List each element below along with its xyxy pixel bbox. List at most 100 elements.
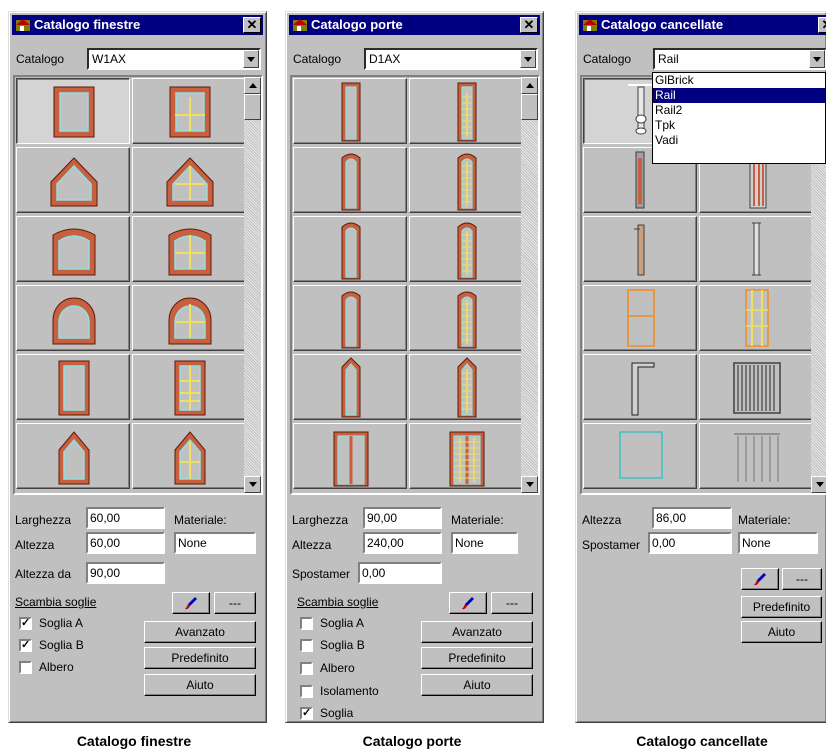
catalog-thumbnail[interactable] xyxy=(132,423,246,489)
checkbox-albero[interactable] xyxy=(300,662,313,675)
height-input[interactable]: 86,00 xyxy=(652,507,732,529)
catalog-thumbnail[interactable] xyxy=(132,216,246,282)
width-input[interactable]: 90,00 xyxy=(363,507,442,529)
title-bar[interactable]: Catalogo cancellate ✕ xyxy=(579,15,826,35)
catalog-thumbnail[interactable] xyxy=(583,216,697,282)
advanced-button[interactable]: Avanzato xyxy=(144,621,256,643)
catalog-thumbnail[interactable] xyxy=(293,423,407,489)
material-picker-button[interactable] xyxy=(172,592,210,614)
height-label: Altezza xyxy=(582,513,622,527)
close-button[interactable]: ✕ xyxy=(818,17,826,33)
catalog-thumbnail[interactable] xyxy=(699,423,813,489)
offset-label: Spostamer xyxy=(582,538,641,552)
catalog-thumbnail[interactable] xyxy=(132,354,246,420)
catalog-thumbnail[interactable] xyxy=(409,285,523,351)
checkbox-label: Soglia A xyxy=(320,616,365,630)
catalog-thumbnail[interactable] xyxy=(16,285,130,351)
help-button[interactable]: Aiuto xyxy=(741,621,822,643)
checkbox-albero[interactable] xyxy=(19,661,32,674)
dropdown-option[interactable]: Tpk xyxy=(653,118,825,133)
help-button[interactable]: Aiuto xyxy=(144,674,256,696)
scrollbar[interactable] xyxy=(244,77,261,493)
chevron-down-icon[interactable] xyxy=(243,50,259,68)
catalog-select[interactable]: W1AX xyxy=(87,48,261,70)
height-input[interactable]: 240,00 xyxy=(363,532,442,554)
title-bar[interactable]: Catalogo finestre ✕ xyxy=(12,15,263,35)
more-button[interactable]: --- xyxy=(782,568,822,590)
scroll-up-button[interactable] xyxy=(521,77,538,94)
chevron-down-icon[interactable] xyxy=(520,50,536,68)
dropdown-option[interactable]: Vadi xyxy=(653,133,825,148)
checkbox-isolamento[interactable] xyxy=(300,685,313,698)
catalog-thumbnail[interactable] xyxy=(16,216,130,282)
material-picker-button[interactable] xyxy=(449,592,487,614)
catalog-thumbnail[interactable] xyxy=(409,354,523,420)
catalog-thumbnail[interactable] xyxy=(409,147,523,213)
catalog-window-porte: Catalogo porte ✕ Catalogo D1AX Larghezza… xyxy=(285,11,544,723)
material-input[interactable]: None xyxy=(174,532,256,554)
catalog-thumbnail[interactable] xyxy=(409,423,523,489)
catalog-thumbnail[interactable] xyxy=(293,78,407,144)
catalog-thumbnail[interactable] xyxy=(699,285,813,351)
swap-sills-link[interactable]: Scambia soglie xyxy=(15,595,96,609)
checkbox-soglia-a[interactable] xyxy=(300,617,313,630)
checkbox-soglia-a[interactable]: ✓ xyxy=(19,617,32,630)
catalog-thumbnail[interactable] xyxy=(293,354,407,420)
scroll-thumb[interactable] xyxy=(244,94,261,120)
width-input[interactable]: 60,00 xyxy=(86,507,165,529)
dropdown-option[interactable]: GlBrick xyxy=(653,73,825,88)
dropdown-option[interactable]: Rail2 xyxy=(653,103,825,118)
chevron-down-icon[interactable] xyxy=(809,50,825,68)
catalog-thumbnail[interactable] xyxy=(132,285,246,351)
catalog-thumbnail[interactable] xyxy=(132,78,246,144)
scroll-down-button[interactable] xyxy=(244,476,261,493)
catalog-thumbnail[interactable] xyxy=(293,285,407,351)
catalog-thumbnail[interactable] xyxy=(16,78,130,144)
offset-input[interactable]: 0,00 xyxy=(358,562,442,584)
scroll-down-button[interactable] xyxy=(521,476,538,493)
catalog-item-icon xyxy=(457,222,477,280)
swap-sills-link[interactable]: Scambia soglie xyxy=(297,595,378,609)
catalog-thumbnail[interactable] xyxy=(583,423,697,489)
default-button[interactable]: Predefinito xyxy=(144,647,256,669)
more-button[interactable]: --- xyxy=(214,592,256,614)
catalog-thumbnail[interactable] xyxy=(16,147,130,213)
material-input[interactable]: None xyxy=(451,532,518,554)
material-input[interactable]: None xyxy=(738,532,818,554)
catalog-thumbnail[interactable] xyxy=(699,354,813,420)
more-button[interactable]: --- xyxy=(491,592,533,614)
height-input[interactable]: 60,00 xyxy=(86,532,165,554)
help-button[interactable]: Aiuto xyxy=(421,674,533,696)
checkbox-soglia-b[interactable]: ✓ xyxy=(19,639,32,652)
default-button[interactable]: Predefinito xyxy=(421,647,533,669)
title-bar[interactable]: Catalogo porte ✕ xyxy=(289,15,540,35)
default-button[interactable]: Predefinito xyxy=(741,596,822,618)
catalog-thumbnail[interactable] xyxy=(293,216,407,282)
scrollbar[interactable] xyxy=(521,77,538,493)
catalog-thumbnail[interactable] xyxy=(132,147,246,213)
close-button[interactable]: ✕ xyxy=(520,17,538,33)
catalog-select[interactable]: Rail xyxy=(653,48,826,70)
scroll-down-button[interactable] xyxy=(811,476,826,493)
catalog-thumbnail[interactable] xyxy=(699,216,813,282)
catalog-thumbnail[interactable] xyxy=(583,354,697,420)
close-button[interactable]: ✕ xyxy=(243,17,261,33)
catalog-thumbnail[interactable] xyxy=(293,147,407,213)
checkbox-soglia-b[interactable] xyxy=(300,639,313,652)
checkbox-soglia[interactable]: ✓ xyxy=(300,707,313,720)
catalog-dropdown-list[interactable]: GlBrick Rail Rail2 Tpk Vadi xyxy=(652,72,826,164)
dropdown-option-selected[interactable]: Rail xyxy=(653,88,825,103)
scroll-up-button[interactable] xyxy=(244,77,261,94)
catalog-thumbnail[interactable] xyxy=(409,216,523,282)
offset-input[interactable]: 0,00 xyxy=(648,532,732,554)
catalog-item-icon xyxy=(52,228,96,276)
catalog-thumbnail[interactable] xyxy=(16,354,130,420)
material-picker-button[interactable] xyxy=(741,568,779,590)
sill-height-input[interactable]: 90,00 xyxy=(86,562,165,584)
scroll-thumb[interactable] xyxy=(521,94,538,120)
catalog-thumbnail[interactable] xyxy=(583,285,697,351)
catalog-select[interactable]: D1AX xyxy=(364,48,538,70)
catalog-thumbnail[interactable] xyxy=(16,423,130,489)
advanced-button[interactable]: Avanzato xyxy=(421,621,533,643)
catalog-thumbnail[interactable] xyxy=(409,78,523,144)
